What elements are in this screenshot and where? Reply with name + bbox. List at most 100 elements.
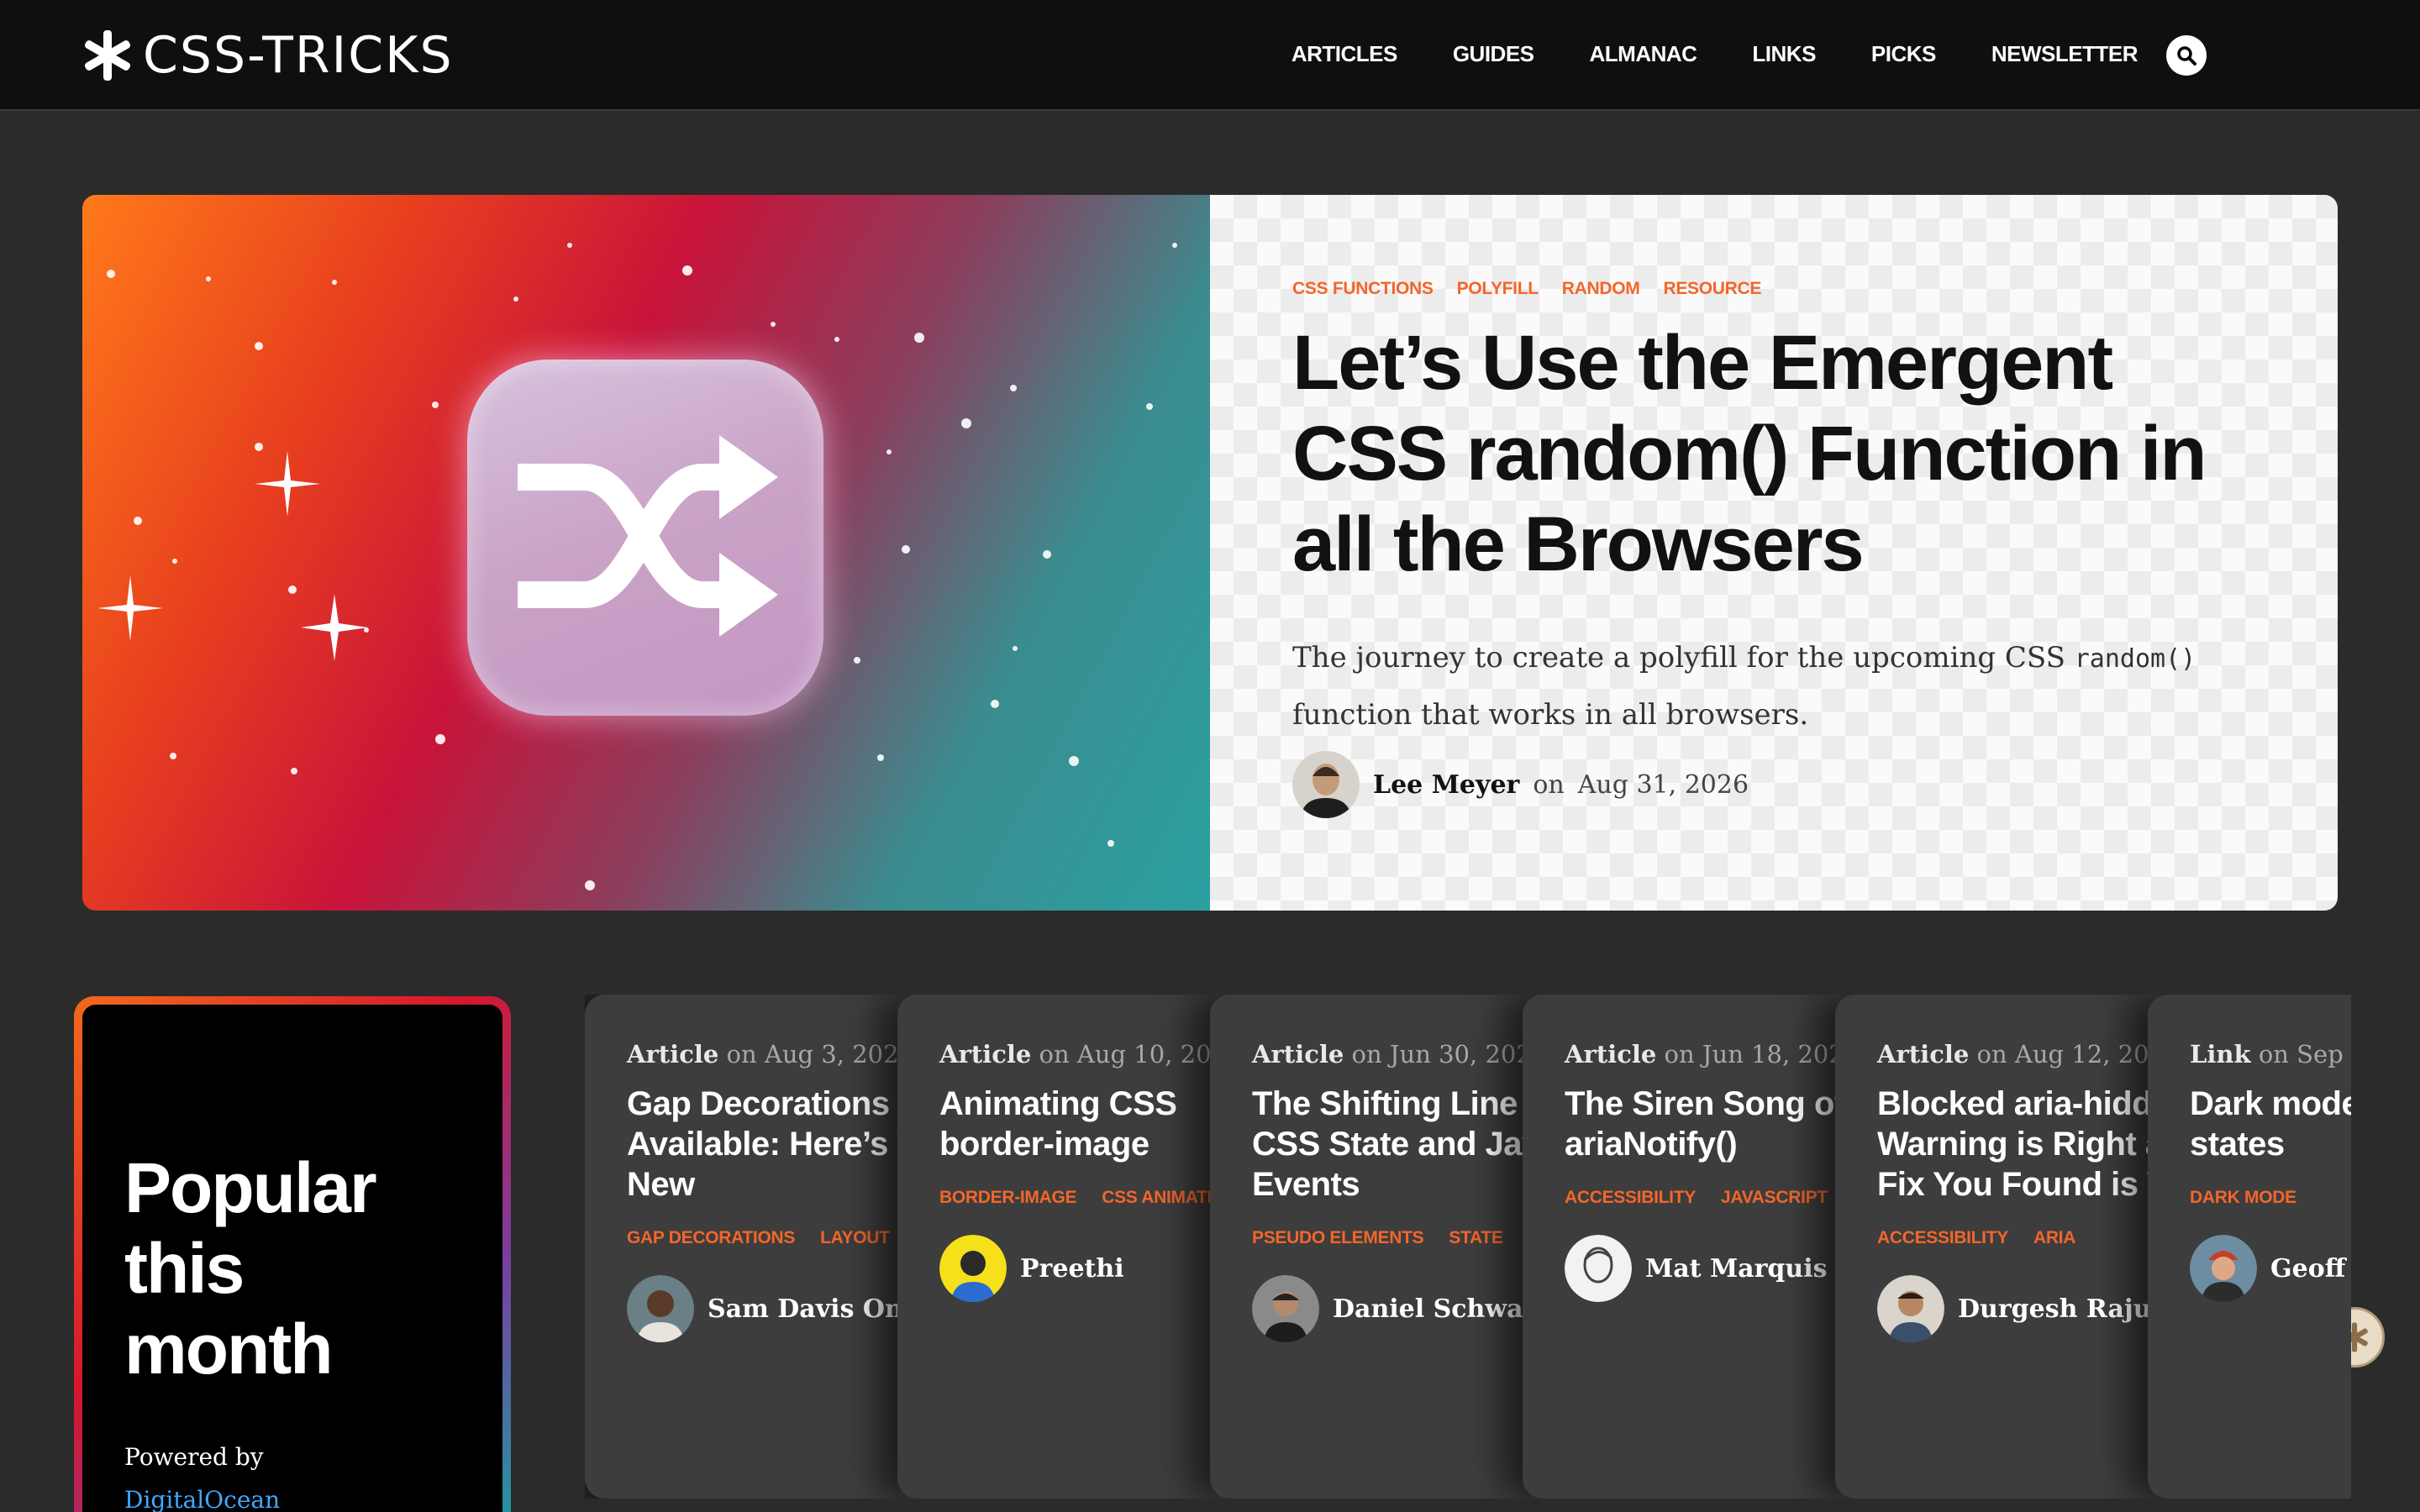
- card-author-name[interactable]: Mat Marquis: [1645, 1254, 1827, 1284]
- powered-by-label: Powered by: [124, 1443, 264, 1471]
- nav-picks[interactable]: PICKS: [1871, 41, 1936, 67]
- featured-article-title[interactable]: Let’s Use the Emergent CSS random() Func…: [1292, 318, 2267, 590]
- person-avatar-icon[interactable]: [627, 1275, 694, 1342]
- card-author-name[interactable]: Daniel Schwarz: [1333, 1294, 1550, 1324]
- featured-byline: Lee Meyer on Aug 31, 2026: [1292, 751, 2255, 818]
- nav-newsletter[interactable]: NEWSLETTER: [1991, 41, 2139, 67]
- card-author: Daniel Schwarz: [1252, 1275, 1550, 1342]
- card-author-name[interactable]: Preethi: [1020, 1254, 1124, 1284]
- search-button[interactable]: [2166, 35, 2207, 76]
- excerpt-part-1: The journey to create a polyfill for the…: [1292, 641, 2075, 675]
- date-prefix: on: [1533, 769, 1565, 800]
- featured-article-content: CSS FUNCTIONS POLYFILL RANDOM RESOURCE L…: [1210, 195, 2338, 911]
- card-title[interactable]: Dark mode with two states: [2190, 1084, 2351, 1164]
- asterisk-logo-icon: [84, 30, 131, 81]
- digitalocean-link[interactable]: DigitalOcean: [124, 1486, 460, 1512]
- card-author: Mat Marquis: [1565, 1235, 1833, 1302]
- popular-cards-scroller[interactable]: Article on Aug 3, 2026 Gap Decorations A…: [585, 995, 2351, 1499]
- popular-inner: Popular this month Powered by DigitalOce…: [82, 1005, 502, 1512]
- nav-links[interactable]: LINKS: [1752, 41, 1816, 67]
- person-avatar-icon[interactable]: [939, 1235, 1007, 1302]
- featured-tags: CSS FUNCTIONS POLYFILL RANDOM RESOURCE: [1292, 279, 2255, 299]
- card-type: Link: [2190, 1040, 2251, 1068]
- popular-this-month: Popular this month Powered by DigitalOce…: [74, 996, 511, 1512]
- card-date: on Jun 30, 2026: [1351, 1040, 1548, 1068]
- card-meta: Article on Jun 18, 2026: [1565, 1040, 1860, 1068]
- card-date: on Sep 2, 2026: [2258, 1040, 2351, 1068]
- card-author: Durgesh Rajubhai: [1877, 1275, 2188, 1342]
- card-meta: Article on Aug 12, 2026: [1877, 1040, 2180, 1068]
- excerpt-code: random(): [2074, 644, 2196, 674]
- card-meta: Article on Jun 30, 2026: [1252, 1040, 1547, 1068]
- card-tag[interactable]: JAVASCRIPT: [1721, 1188, 1828, 1208]
- site-logo[interactable]: CSS-TRICKS: [81, 26, 454, 85]
- card-date: on Aug 3, 2026: [726, 1040, 914, 1068]
- article-card[interactable]: Article on Jun 30, 2026 The Shifting Lin…: [1210, 995, 1563, 1499]
- card-tag[interactable]: PSEUDO ELEMENTS: [1252, 1228, 1424, 1248]
- person-avatar-icon[interactable]: [2190, 1235, 2257, 1302]
- card-type: Article: [1252, 1040, 1344, 1068]
- publish-date: Aug 31, 2026: [1577, 769, 1749, 800]
- article-card[interactable]: Article on Aug 12, 2026 Blocked aria-hid…: [1835, 995, 2188, 1499]
- card-author: Sam Davis Omekara: [627, 1275, 938, 1342]
- card-date: on Jun 18, 2026: [1664, 1040, 1860, 1068]
- card-tag[interactable]: STATE: [1449, 1228, 1503, 1248]
- card-meta: Article on Aug 3, 2026: [627, 1040, 914, 1068]
- featured-article-image[interactable]: [82, 195, 1210, 911]
- card-tag[interactable]: ACCESSIBILITY: [1565, 1188, 1696, 1208]
- person-avatar-icon[interactable]: [1877, 1275, 1944, 1342]
- article-card[interactable]: Link on Sep 2, 2026 Dark mode with two s…: [2148, 995, 2351, 1499]
- card-title[interactable]: Gap Decorations Are Now Available: Here’…: [627, 1084, 938, 1205]
- card-tag[interactable]: ARIA: [2033, 1228, 2075, 1248]
- card-meta: Article on Aug 10, 2026: [939, 1040, 1242, 1068]
- card-tags: DARK MODE: [2190, 1188, 2351, 1208]
- shuffle-icon-tile: [467, 360, 823, 716]
- card-tag[interactable]: DARK MODE: [2190, 1188, 2296, 1208]
- nav-guides[interactable]: GUIDES: [1453, 41, 1534, 67]
- card-author: Geoff Graham: [2190, 1235, 2351, 1302]
- card-tag[interactable]: LAYOUT: [820, 1228, 890, 1248]
- person-avatar-icon: [1292, 751, 1360, 818]
- card-type: Article: [627, 1040, 719, 1068]
- tag-resource[interactable]: RESOURCE: [1663, 279, 1761, 299]
- article-card[interactable]: Article on Jun 18, 2026 The Siren Song o…: [1523, 995, 1876, 1499]
- card-tag[interactable]: ACCESSIBILITY: [1877, 1228, 2008, 1248]
- card-tags: ACCESSIBILITY JAVASCRIPT: [1565, 1188, 1833, 1208]
- card-tags: PSEUDO ELEMENTS STATE: [1252, 1228, 1521, 1248]
- site-header: CSS-TRICKS ARTICLES GUIDES ALMANAC LINKS…: [0, 0, 2420, 111]
- author-avatar[interactable]: [1292, 751, 1360, 818]
- card-tag[interactable]: GAP DECORATIONS: [627, 1228, 795, 1248]
- card-tags: GAP DECORATIONS LAYOUT: [627, 1228, 896, 1248]
- card-type: Article: [1565, 1040, 1657, 1068]
- search-icon: [2177, 46, 2196, 66]
- card-title[interactable]: Animating CSS border-image: [939, 1084, 1225, 1164]
- card-author-name[interactable]: Geoff Graham: [2270, 1254, 2351, 1284]
- main-nav: ARTICLES GUIDES ALMANAC LINKS PICKS NEWS…: [1292, 37, 2139, 71]
- card-type: Article: [1877, 1040, 1970, 1068]
- author-name[interactable]: Lee Meyer: [1373, 770, 1519, 800]
- tag-polyfill[interactable]: POLYFILL: [1457, 279, 1539, 299]
- shuffle-icon: [518, 435, 778, 637]
- card-title[interactable]: The Shifting Line Between CSS State and …: [1252, 1084, 1563, 1205]
- article-card[interactable]: Article on Aug 10, 2026 Animating CSS bo…: [897, 995, 1250, 1499]
- person-avatar-icon[interactable]: [1565, 1235, 1632, 1302]
- tag-css-functions[interactable]: CSS FUNCTIONS: [1292, 279, 1434, 299]
- card-tags: BORDER-IMAGE CSS ANIMATION: [939, 1188, 1238, 1208]
- person-avatar-icon[interactable]: [1252, 1275, 1319, 1342]
- card-meta: Link on Sep 2, 2026: [2190, 1040, 2351, 1068]
- featured-article[interactable]: CSS FUNCTIONS POLYFILL RANDOM RESOURCE L…: [82, 195, 2338, 911]
- nav-articles[interactable]: ARTICLES: [1292, 41, 1398, 67]
- card-tag[interactable]: BORDER-IMAGE: [939, 1188, 1077, 1208]
- nav-almanac[interactable]: ALMANAC: [1590, 41, 1697, 67]
- card-type: Article: [939, 1040, 1032, 1068]
- featured-article-excerpt: The journey to create a polyfill for the…: [1292, 630, 2233, 743]
- card-tags: ACCESSIBILITY ARIA: [1877, 1228, 2146, 1248]
- excerpt-part-2: function that works in all browsers.: [1292, 698, 1809, 732]
- logo-text: CSS-TRICKS: [143, 26, 454, 85]
- card-title[interactable]: Blocked aria-hidden: The Warning is Righ…: [1877, 1084, 2188, 1205]
- article-card[interactable]: Article on Aug 3, 2026 Gap Decorations A…: [585, 995, 938, 1499]
- card-author: Preethi: [939, 1235, 1208, 1302]
- popular-title: Popular this month: [124, 1148, 377, 1389]
- card-title[interactable]: The Siren Song of ariaNotify(): [1565, 1084, 1850, 1164]
- tag-random[interactable]: RANDOM: [1562, 279, 1640, 299]
